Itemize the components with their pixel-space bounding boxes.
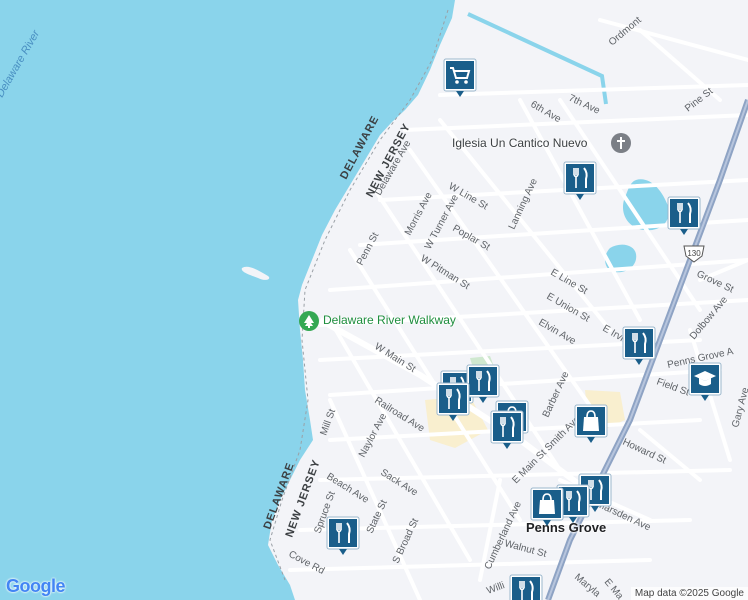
fork-knife-icon[interactable] [622, 326, 656, 370]
church-label[interactable]: Iglesia Un Cantico Nuevo [452, 136, 587, 150]
fork-knife-icon[interactable] [667, 196, 701, 240]
google-logo[interactable]: Google [6, 576, 66, 597]
street-label-willis: Willi [485, 580, 506, 597]
shopping-bag-icon[interactable] [530, 487, 564, 531]
street-label-howard-st: Howard St [621, 437, 668, 467]
route-shield-number: 130 [687, 249, 701, 258]
street-label-mill-st: Mill St [318, 407, 338, 437]
street-label-walnut-st: Walnut St [503, 538, 548, 560]
shopping-cart-icon[interactable] [443, 58, 477, 102]
park-label[interactable]: Delaware River Walkway [323, 313, 456, 327]
cross-icon[interactable] [611, 133, 631, 153]
street-label-sack-ave: Sack Ave [378, 467, 419, 499]
fork-knife-icon[interactable] [326, 516, 360, 560]
fork-knife-icon[interactable] [490, 410, 524, 454]
map-canvas[interactable]: 130 Delaware River DELAWARE NEW JERSEY D… [0, 0, 748, 600]
street-label-elvin-ave: Elvin Ave [537, 317, 578, 347]
street-label-gary-ave: Gary Ave [730, 386, 748, 429]
graduation-cap-icon[interactable] [688, 362, 722, 406]
map-attribution[interactable]: Map data ©2025 Google [630, 587, 748, 600]
street-label-7th-ave: 7th Ave [567, 93, 602, 117]
river-water [0, 0, 455, 600]
fork-knife-icon[interactable] [563, 161, 597, 205]
shopping-bag-icon[interactable] [574, 404, 608, 448]
street-label-penn-st: Penn St [355, 231, 382, 268]
street-label-cove-rd: Cove Rd [287, 549, 327, 577]
street-label-w-pitman-st: W Pitman St [418, 253, 471, 292]
tree-icon[interactable] [299, 311, 319, 331]
street-label-pine-st: Pine St [683, 86, 715, 115]
street-label-maryland: Maryla [572, 572, 602, 600]
fork-knife-icon[interactable] [509, 574, 543, 600]
street-label-e-main: E Ma [602, 577, 626, 600]
map-base: 130 Delaware River DELAWARE NEW JERSEY D… [0, 0, 748, 600]
fork-knife-icon[interactable] [436, 382, 470, 426]
street-label-barber-ave: Barber Ave [541, 370, 572, 420]
street-label-field-st: Field St [655, 376, 691, 398]
google-logo-text: Google [6, 576, 66, 596]
